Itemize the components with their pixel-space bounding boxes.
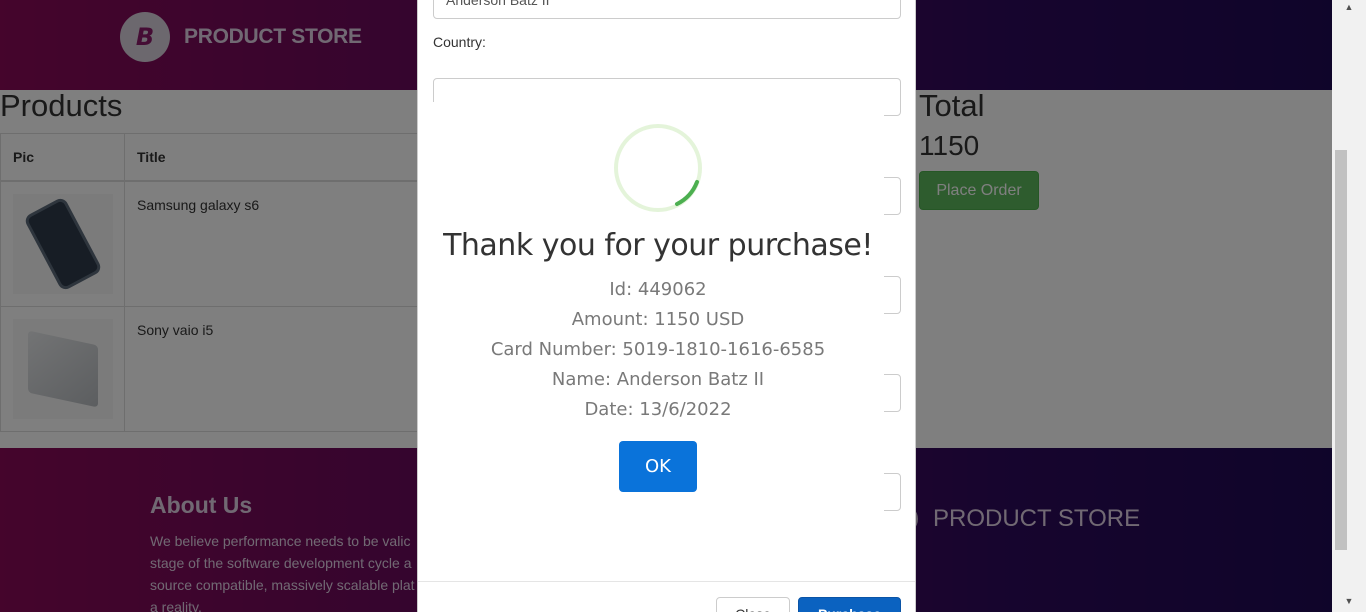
order-id: Id: 449062 (609, 279, 707, 300)
alert-title: Thank you for your purchase! (443, 228, 873, 263)
customer-name: Name: Anderson Batz II (551, 369, 765, 390)
page-scrollbar[interactable]: ▲ ▼ (1332, 0, 1366, 612)
ok-button[interactable]: OK (619, 441, 697, 492)
scroll-down-icon[interactable]: ▼ (1332, 596, 1366, 610)
card-number: Card Number: 5019-1810-1616-6585 (490, 339, 826, 360)
order-date: Date: 13/6/2022 (584, 399, 732, 420)
close-button[interactable]: Close (716, 597, 790, 612)
country-label: Country: (433, 34, 486, 50)
spinner-arc-icon (675, 180, 699, 206)
modal-footer: Close Purchase (418, 581, 915, 612)
order-amount: Amount: 1150 USD (571, 309, 745, 330)
alert-details: Id: 449062 Amount: 1150 USD Card Number:… (432, 275, 884, 425)
purchase-confirmation-alert: Thank you for your purchase! Id: 449062 … (432, 102, 884, 514)
name-field[interactable] (433, 0, 901, 19)
scroll-thumb[interactable] (1335, 150, 1347, 550)
purchase-button[interactable]: Purchase (798, 597, 901, 612)
scroll-up-icon[interactable]: ▲ (1332, 2, 1366, 16)
